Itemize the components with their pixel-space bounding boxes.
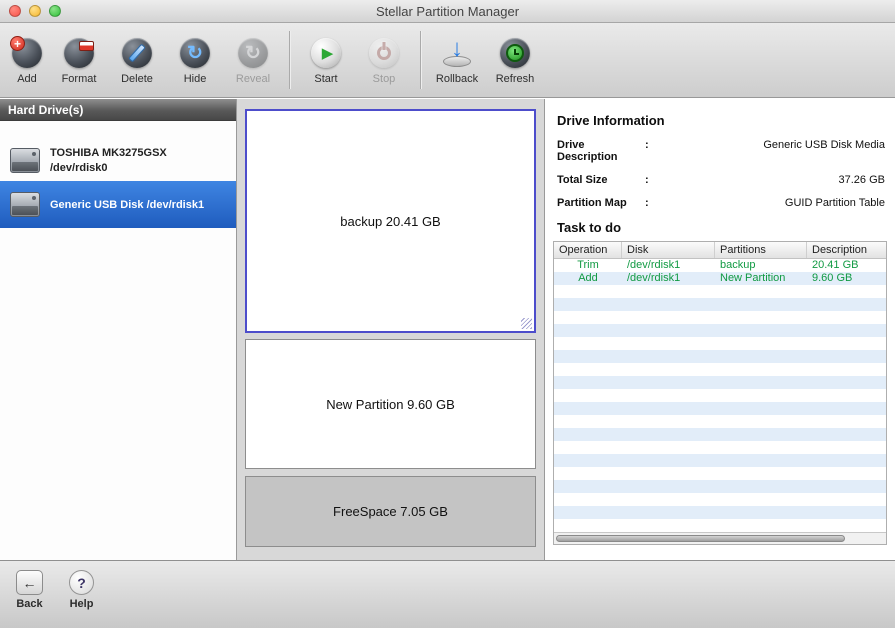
toolbar-start-button[interactable]: ▶ Start (297, 35, 355, 85)
sidebar-hard-drives: Hard Drive(s) TOSHIBA MK3275GSX /dev/rdi… (0, 99, 237, 560)
toolbar-rollback-button[interactable]: ↓ Rollback (428, 35, 486, 85)
drive-name: Generic USB Disk /dev/rdisk1 (50, 199, 204, 211)
info-label: Drive Description (557, 139, 645, 163)
sidebar-item-toshiba-disk[interactable]: TOSHIBA MK3275GSX /dev/rdisk0 (0, 139, 236, 181)
task-to-do-title: Task to do (557, 220, 885, 235)
toolbar-add-label: Add (17, 73, 37, 85)
column-header-partitions[interactable]: Partitions (715, 242, 807, 258)
toolbar-hide-button[interactable]: ↻ Hide (166, 35, 224, 85)
toolbar: + Add Format Delete ↻ Hide (0, 23, 895, 98)
toolbar-refresh-button[interactable]: Refresh (486, 35, 544, 85)
info-row-total-size: Total Size : 37.26 GB (557, 174, 885, 186)
toolbar-reveal-label: Reveal (236, 73, 270, 85)
drive-info-panel: Drive Information Drive Description : Ge… (545, 99, 895, 560)
cell-partitions: backup (715, 259, 807, 272)
table-row[interactable]: Trim /dev/rdisk1 backup 20.41 GB (554, 259, 886, 272)
back-arrow-icon: ← (16, 570, 43, 595)
back-label: Back (16, 598, 42, 610)
format-icon (61, 35, 97, 71)
drive-device-path: /dev/rdisk0 (50, 162, 167, 174)
toolbar-format-button[interactable]: Format (50, 35, 108, 85)
cell-description: 9.60 GB (807, 272, 886, 285)
toolbar-reveal-button: ↻ Reveal (224, 35, 282, 85)
partition-block-backup[interactable]: backup 20.41 GB (245, 109, 536, 333)
cell-disk: /dev/rdisk1 (622, 272, 715, 285)
cell-disk: /dev/rdisk1 (622, 259, 715, 272)
toolbar-add-button[interactable]: + Add (4, 35, 50, 85)
toolbar-separator (420, 31, 421, 89)
window-title: Stellar Partition Manager (0, 4, 895, 19)
info-row-drive-description: Drive Description : Generic USB Disk Med… (557, 139, 885, 163)
hard-drive-icon (10, 192, 40, 217)
stop-icon (366, 35, 402, 71)
rollback-icon: ↓ (439, 35, 475, 71)
info-value: GUID Partition Table (659, 197, 885, 209)
info-label: Partition Map (557, 197, 645, 209)
back-button[interactable]: ← Back (16, 570, 43, 610)
footer-bar: ← Back ? Help (0, 560, 895, 628)
cell-operation: Add (554, 272, 622, 285)
column-header-disk[interactable]: Disk (622, 242, 715, 258)
column-header-description[interactable]: Description (807, 242, 886, 258)
add-icon: + (9, 35, 45, 71)
help-label: Help (70, 598, 94, 610)
partition-block-new-partition[interactable]: New Partition 9.60 GB (245, 339, 536, 469)
toolbar-delete-label: Delete (121, 73, 153, 85)
column-header-operation[interactable]: Operation (554, 242, 622, 258)
cell-description: 20.41 GB (807, 259, 886, 272)
cell-operation: Trim (554, 259, 622, 272)
table-row[interactable]: Add /dev/rdisk1 New Partition 9.60 GB (554, 272, 886, 285)
task-table-body: Trim /dev/rdisk1 backup 20.41 GB Add /de… (554, 259, 886, 532)
drive-name: TOSHIBA MK3275GSX (50, 147, 167, 159)
question-mark-icon: ? (69, 570, 94, 595)
app-window: Stellar Partition Manager + Add Format D… (0, 0, 895, 628)
sidebar-item-generic-usb-disk[interactable]: Generic USB Disk /dev/rdisk1 (0, 181, 236, 228)
delete-icon (119, 35, 155, 71)
toolbar-hide-label: Hide (184, 73, 207, 85)
help-button[interactable]: ? Help (69, 570, 94, 610)
partition-label: New Partition 9.60 GB (326, 397, 455, 412)
drive-information-title: Drive Information (557, 113, 885, 128)
reveal-icon: ↻ (235, 35, 271, 71)
partition-block-freespace[interactable]: FreeSpace 7.05 GB (245, 476, 536, 547)
hide-icon: ↻ (177, 35, 213, 71)
toolbar-start-label: Start (314, 73, 337, 85)
toolbar-rollback-label: Rollback (436, 73, 478, 85)
info-colon: : (645, 139, 659, 151)
info-colon: : (645, 197, 659, 209)
info-colon: : (645, 174, 659, 186)
info-label: Total Size (557, 174, 645, 186)
close-button[interactable] (9, 5, 21, 17)
toolbar-delete-button[interactable]: Delete (108, 35, 166, 85)
info-value: 37.26 GB (659, 174, 885, 186)
start-icon: ▶ (308, 35, 344, 71)
titlebar: Stellar Partition Manager (0, 0, 895, 23)
toolbar-stop-button: Stop (355, 35, 413, 85)
resize-grip-icon[interactable] (521, 318, 532, 329)
cell-partitions: New Partition (715, 272, 807, 285)
main-content: Hard Drive(s) TOSHIBA MK3275GSX /dev/rdi… (0, 99, 895, 560)
toolbar-stop-label: Stop (373, 73, 396, 85)
info-value: Generic USB Disk Media (659, 139, 885, 151)
task-table: Operation Disk Partitions Description Tr… (553, 241, 887, 545)
toolbar-format-label: Format (62, 73, 97, 85)
task-table-header: Operation Disk Partitions Description (554, 242, 886, 259)
minimize-button[interactable] (29, 5, 41, 17)
toolbar-refresh-label: Refresh (496, 73, 535, 85)
scrollbar-thumb[interactable] (556, 535, 845, 542)
toolbar-separator (289, 31, 290, 89)
partition-label: FreeSpace 7.05 GB (333, 504, 448, 519)
sidebar-header: Hard Drive(s) (0, 99, 236, 121)
horizontal-scrollbar[interactable] (554, 532, 886, 544)
refresh-icon (497, 35, 533, 71)
info-row-partition-map: Partition Map : GUID Partition Table (557, 197, 885, 209)
hard-drive-icon (10, 148, 40, 173)
partition-map-panel: backup 20.41 GB New Partition 9.60 GB Fr… (237, 99, 545, 560)
zoom-button[interactable] (49, 5, 61, 17)
partition-label: backup 20.41 GB (340, 214, 440, 229)
traffic-lights (9, 5, 61, 17)
